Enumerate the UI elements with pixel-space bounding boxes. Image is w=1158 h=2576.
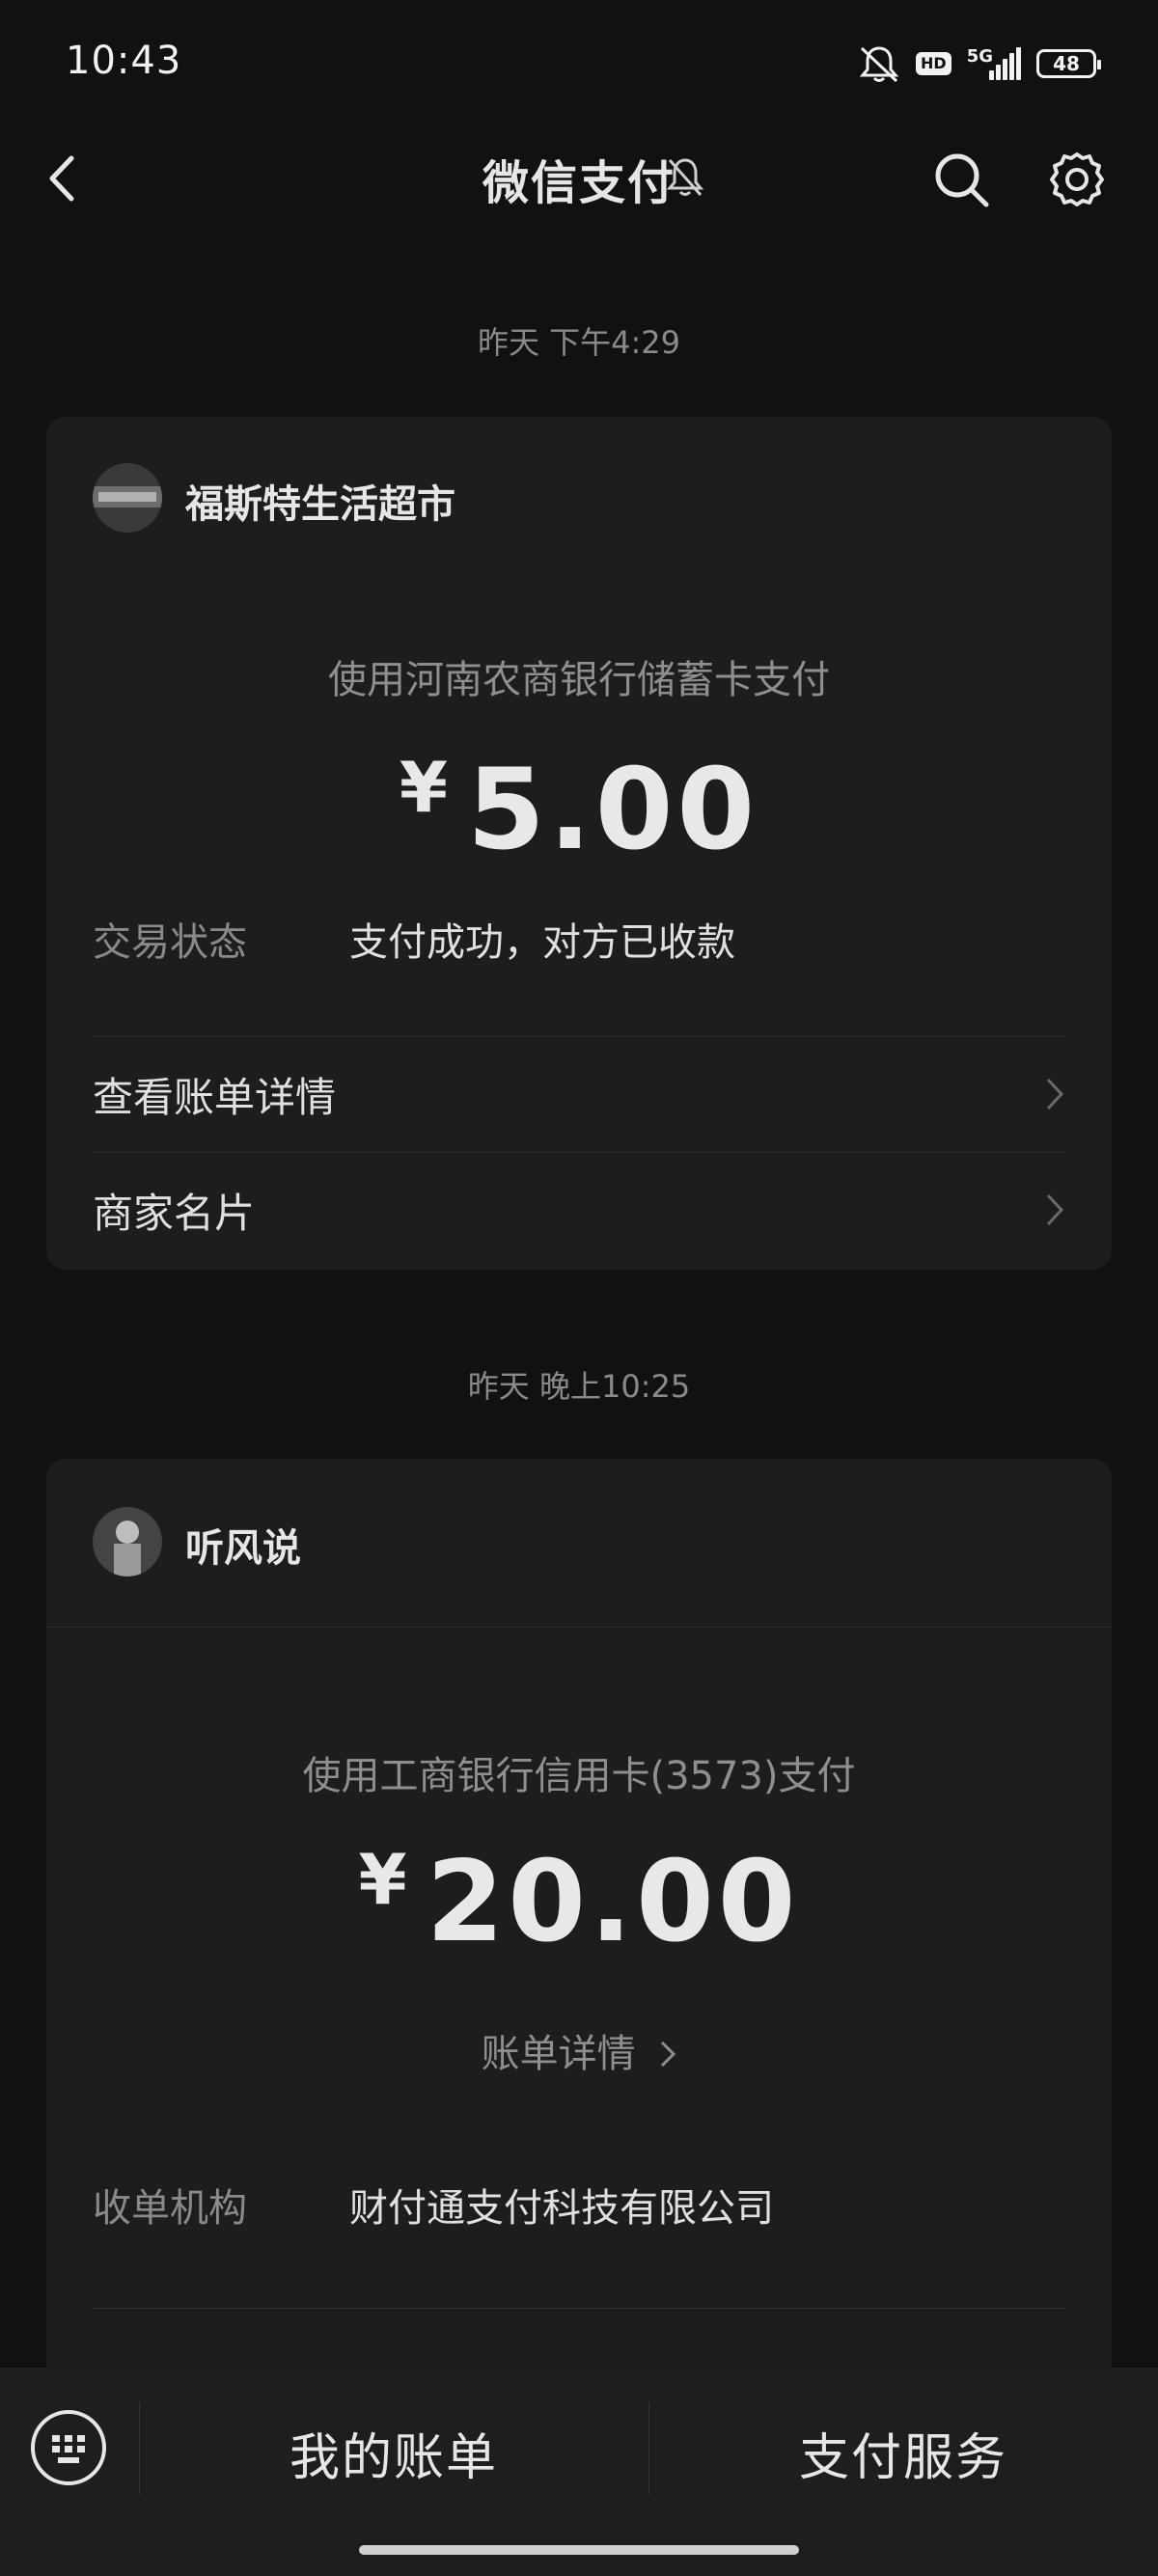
keyboard-icon [31, 2410, 106, 2485]
battery-icon: 48 [1036, 49, 1101, 78]
search-button[interactable] [930, 149, 992, 210]
merchant-name[interactable]: 听风说 [185, 1517, 301, 1573]
acquirer-label: 收单机构 [93, 2186, 247, 2231]
bill-detail-link[interactable]: 账单详情 [46, 2022, 1112, 2078]
settings-button[interactable] [1046, 149, 1108, 210]
message-time: 昨天 下午4:29 [477, 324, 681, 361]
status-time: 10:43 [66, 39, 182, 83]
battery-level: 48 [1053, 52, 1080, 75]
search-icon [935, 153, 989, 207]
payment-amount: ¥5.00 [46, 745, 1112, 875]
merchant-card-link[interactable]: 商家名片 [93, 1153, 1065, 1267]
chevron-right-icon [1046, 1078, 1064, 1110]
payment-card[interactable]: 福斯特生活超市 使用河南农商银行储蓄卡支付 ¥5.00 交易状态 支付成功，对方… [46, 417, 1112, 1270]
view-bill-detail-link[interactable]: 查看账单详情 [93, 1037, 1065, 1151]
page-title-text: 微信支付 [482, 156, 676, 210]
mute-bell-icon [666, 156, 704, 199]
keyboard-toggle-button[interactable] [29, 2408, 108, 2487]
chevron-right-icon [661, 2041, 676, 2068]
status-value: 支付成功，对方已收款 [349, 920, 735, 965]
my-bills-button[interactable]: 我的账单 [201, 2417, 587, 2489]
divider [46, 1627, 1112, 1628]
status-icons: HD 5G 48 [858, 44, 1101, 83]
mute-notification-icon [859, 46, 899, 83]
merchant-name[interactable]: 福斯特生活超市 [185, 473, 455, 529]
pay-method: 使用工商银行信用卡(3573)支付 [302, 1754, 856, 1798]
divider [139, 2402, 140, 2495]
payment-amount: ¥20.00 [46, 1837, 1112, 1967]
network-label: 5G [966, 46, 993, 67]
divider [648, 2402, 649, 2495]
gear-icon [1050, 152, 1104, 206]
amount-value: 5.00 [466, 745, 759, 875]
bill-detail-label: 账单详情 [481, 2032, 636, 2076]
payment-card[interactable]: 听风说 使用工商银行信用卡(3573)支付 ¥20.00 账单详情 收单机构 财… [46, 1459, 1112, 2424]
avatar[interactable] [93, 463, 162, 533]
home-indicator[interactable] [359, 2545, 799, 2555]
avatar[interactable] [93, 1507, 162, 1576]
currency-symbol: ¥ [399, 747, 448, 828]
currency-symbol: ¥ [358, 1839, 407, 1920]
signal-icon: 5G [966, 46, 1021, 80]
pay-method: 使用河南农商银行储蓄卡支付 [328, 658, 830, 702]
divider [93, 2308, 1065, 2309]
acquirer-value: 财付通支付科技有限公司 [349, 2186, 774, 2231]
payment-services-button[interactable]: 支付服务 [710, 2417, 1096, 2489]
hd-badge: HD [916, 52, 951, 75]
chevron-right-icon [1046, 1193, 1064, 1226]
message-time: 昨天 晚上10:25 [467, 1368, 691, 1405]
status-label: 交易状态 [93, 920, 247, 965]
link-label: 查看账单详情 [93, 1073, 337, 1121]
link-label: 商家名片 [93, 1189, 256, 1237]
amount-value: 20.00 [426, 1837, 800, 1967]
